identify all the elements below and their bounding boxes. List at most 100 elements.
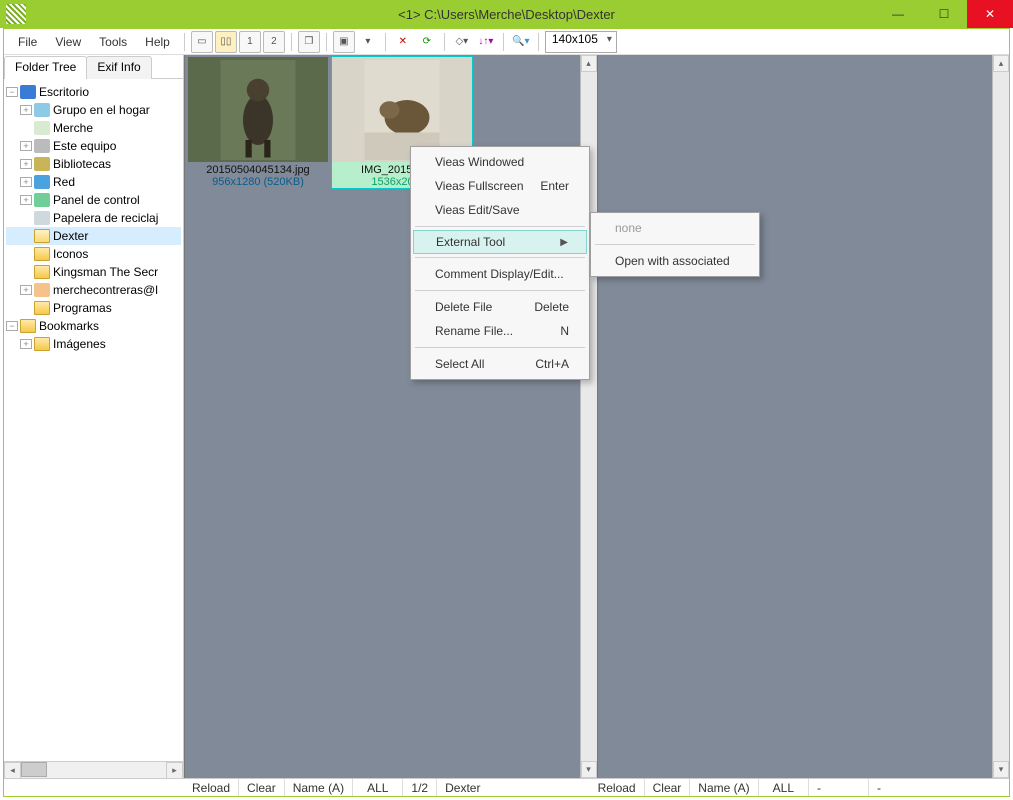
tree-item[interactable]: +Imágenes <box>6 335 181 353</box>
tree-root[interactable]: −Escritorio <box>6 83 181 101</box>
scroll-down-icon[interactable]: ▾ <box>993 761 1009 778</box>
status-reload-2[interactable]: Reload <box>590 779 645 796</box>
toolbar-copy-icon[interactable]: ❐ <box>298 31 320 53</box>
tree-label: Bookmarks <box>39 319 99 333</box>
tab-exif-info[interactable]: Exif Info <box>86 56 151 79</box>
ctx-shortcut: Ctrl+A <box>535 357 569 371</box>
tree-hscrollbar[interactable]: ◂ ▸ <box>4 761 183 778</box>
toolbar-delete-icon[interactable]: ✕ <box>392 31 414 53</box>
tree-item[interactable]: Iconos <box>6 245 181 263</box>
status-clear[interactable]: Clear <box>239 779 285 796</box>
ctx-vieas-fullscreen[interactable]: Vieas FullscreenEnter <box>413 174 587 198</box>
statusbar: Reload Clear Name (A) ALL 1/2 Dexter Rel… <box>4 778 1009 796</box>
status-sort-name-2[interactable]: Name (A) <box>690 779 758 796</box>
tree-bookmarks[interactable]: −Bookmarks <box>6 317 181 335</box>
separator <box>291 33 292 51</box>
folder-icon <box>20 319 36 333</box>
mail-icon <box>34 283 50 297</box>
folder-tree[interactable]: −Escritorio +Grupo en el hogar Merche +E… <box>4 79 183 761</box>
thumbnail-size-value: 140x105 <box>552 32 598 46</box>
toolbar-search-icon[interactable]: 🔍▾ <box>510 31 532 53</box>
status-filter-all[interactable]: ALL <box>353 779 403 796</box>
menu-help[interactable]: Help <box>137 32 178 52</box>
network-icon <box>34 175 50 189</box>
pane-vscrollbar[interactable]: ▴ ▾ <box>992 55 1009 778</box>
scroll-right-icon[interactable]: ▸ <box>166 762 183 779</box>
tab-folder-tree[interactable]: Folder Tree <box>4 56 87 79</box>
close-button[interactable]: ✕ <box>967 0 1013 28</box>
window-title: <1> C:\Users\Merche\Desktop\Dexter <box>398 7 615 22</box>
scroll-up-icon[interactable]: ▴ <box>581 55 597 72</box>
toolbar-refresh-icon[interactable]: ⟳ <box>416 31 438 53</box>
status-reload[interactable]: Reload <box>184 779 239 796</box>
status-sort-name[interactable]: Name (A) <box>285 779 353 796</box>
toolbar-pane2-icon[interactable]: 2 <box>263 31 285 53</box>
tree-item[interactable]: +Panel de control <box>6 191 181 209</box>
ctx-select-all[interactable]: Select All Ctrl+A <box>413 352 587 376</box>
ctx-rename-file[interactable]: Rename File...N <box>413 319 587 343</box>
tree-item[interactable]: Kingsman The Secr <box>6 263 181 281</box>
pc-icon <box>34 139 50 153</box>
ctx-vieas-edit-save[interactable]: Vieas Edit/Save <box>413 198 587 222</box>
ctx-separator <box>595 244 755 245</box>
status-filter-all-2[interactable]: ALL <box>759 779 809 796</box>
folder-icon <box>34 265 50 279</box>
ctx-shortcut: N <box>560 324 569 338</box>
scroll-thumb[interactable] <box>21 762 47 777</box>
ctx-external-tool[interactable]: External Tool▶ <box>413 230 587 254</box>
thumbnail-size-select[interactable]: 140x105 <box>545 31 617 53</box>
tree-item-selected[interactable]: Dexter <box>6 227 181 245</box>
ctx-label: Vieas Edit/Save <box>435 203 520 217</box>
tree-label: Merche <box>53 121 93 135</box>
toolbar-filter-icon[interactable]: ◇▾ <box>451 31 473 53</box>
separator <box>538 33 539 51</box>
folder-icon <box>34 301 50 315</box>
status-clear-2[interactable]: Clear <box>645 779 691 796</box>
thumbnail-filename: 20150504045134.jpg <box>188 164 328 176</box>
toolbar-size-dropdown-icon[interactable]: ▾ <box>357 31 379 53</box>
tree-item[interactable]: +Red <box>6 173 181 191</box>
scroll-track[interactable] <box>21 762 166 779</box>
tree-item[interactable]: +Bibliotecas <box>6 155 181 173</box>
folder-icon <box>34 337 50 351</box>
submenu-open-associated[interactable]: Open with associated <box>593 249 757 273</box>
scroll-track[interactable] <box>993 72 1009 761</box>
tree-label: Iconos <box>53 247 88 261</box>
maximize-button[interactable]: ☐ <box>921 0 967 28</box>
menubar: File View Tools Help ▭ ▯▯ 1 2 ❐ ▣ ▾ ✕ ⟳ … <box>4 29 1009 55</box>
menu-view[interactable]: View <box>47 32 89 52</box>
tree-item[interactable]: Programas <box>6 299 181 317</box>
ctx-separator <box>415 347 585 348</box>
menu-file[interactable]: File <box>10 32 45 52</box>
toolbar-pane1-icon[interactable]: 1 <box>239 31 261 53</box>
scroll-up-icon[interactable]: ▴ <box>993 55 1009 72</box>
scroll-down-icon[interactable]: ▾ <box>581 761 597 778</box>
ctx-label: Select All <box>435 357 484 371</box>
scroll-left-icon[interactable]: ◂ <box>4 762 21 779</box>
recycle-bin-icon <box>34 211 50 225</box>
tree-item[interactable]: +Grupo en el hogar <box>6 101 181 119</box>
toolbar-singlepane-icon[interactable]: ▭ <box>191 31 213 53</box>
minimize-button[interactable]: — <box>875 0 921 28</box>
sidebar: Folder Tree Exif Info −Escritorio +Grupo… <box>4 55 184 778</box>
ctx-label: Vieas Windowed <box>435 155 524 169</box>
tree-item[interactable]: +merchecontreras@l <box>6 281 181 299</box>
ctx-label: Comment Display/Edit... <box>435 267 564 281</box>
tree-item[interactable]: Papelera de reciclaj <box>6 209 181 227</box>
status-path-2: - <box>869 779 1009 796</box>
ctx-separator <box>415 226 585 227</box>
ctx-vieas-windowed[interactable]: Vieas Windowed <box>413 150 587 174</box>
toolbar-dualpane-icon[interactable]: ▯▯ <box>215 31 237 53</box>
ctx-delete-file[interactable]: Delete FileDelete <box>413 295 587 319</box>
pane-right[interactable]: ▴ ▾ <box>597 55 1010 778</box>
menu-tools[interactable]: Tools <box>91 32 135 52</box>
separator <box>385 33 386 51</box>
thumbnail-item[interactable]: 20150504045134.jpg 956x1280 (520KB) <box>188 57 328 188</box>
ctx-comment-display[interactable]: Comment Display/Edit... <box>413 262 587 286</box>
toolbar-window-icon[interactable]: ▣ <box>333 31 355 53</box>
toolbar-sort-icon[interactable]: ↓↑▾ <box>475 31 497 53</box>
tree-label: Red <box>53 175 75 189</box>
tree-item[interactable]: Merche <box>6 119 181 137</box>
tree-item[interactable]: +Este equipo <box>6 137 181 155</box>
client-area: File View Tools Help ▭ ▯▯ 1 2 ❐ ▣ ▾ ✕ ⟳ … <box>3 28 1010 797</box>
